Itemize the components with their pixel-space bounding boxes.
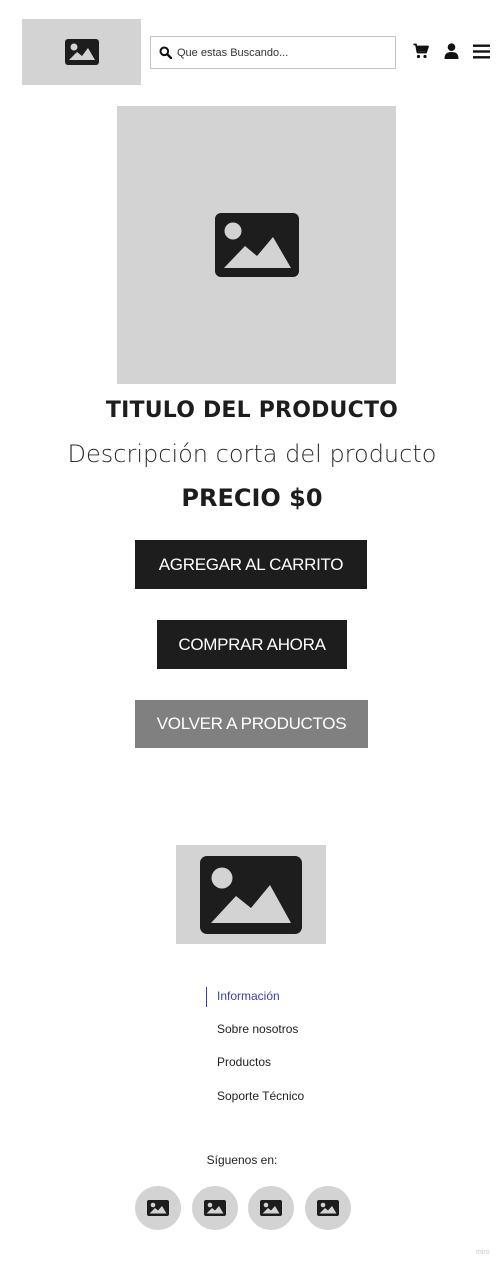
watermark: miro [476,1249,490,1256]
search-bar[interactable] [150,36,396,69]
social-link-2[interactable] [192,1186,238,1230]
buy-now-button[interactable]: COMPRAR AHORA [157,620,347,669]
social-link-3[interactable] [248,1186,294,1230]
image-placeholder-icon [204,1200,226,1216]
image-placeholder-icon [214,213,299,277]
footer-link-sobre-nosotros[interactable]: Sobre nosotros [217,1022,298,1036]
site-logo[interactable] [22,19,141,85]
footer-link-soporte-tecnico[interactable]: Soporte Técnico [217,1089,304,1103]
product-price: PRECIO $0 [181,484,323,512]
footer-logo [176,845,326,944]
back-to-products-button[interactable]: VOLVER A PRODUCTOS [135,700,368,748]
search-icon[interactable] [159,46,173,60]
active-link-indicator [206,987,207,1007]
add-to-cart-button[interactable]: AGREGAR AL CARRITO [135,540,367,589]
product-title: TITULO DEL PRODUCTO [105,398,399,423]
image-placeholder-icon [200,855,302,934]
image-placeholder-icon [147,1200,169,1216]
user-icon[interactable] [442,42,460,60]
search-input[interactable] [177,46,387,59]
follow-us-label: Síguenos en: [206,1153,278,1167]
product-description: Descripción corta del producto [67,440,437,468]
image-placeholder-icon [64,39,99,65]
product-image [117,106,396,384]
footer-link-productos[interactable]: Productos [217,1055,271,1069]
image-placeholder-icon [260,1200,282,1216]
menu-icon[interactable] [472,42,490,60]
footer-link-informacion[interactable]: Información [217,989,280,1003]
social-link-4[interactable] [305,1186,351,1230]
cart-icon[interactable] [412,42,430,60]
social-link-1[interactable] [135,1186,181,1230]
image-placeholder-icon [317,1200,339,1216]
